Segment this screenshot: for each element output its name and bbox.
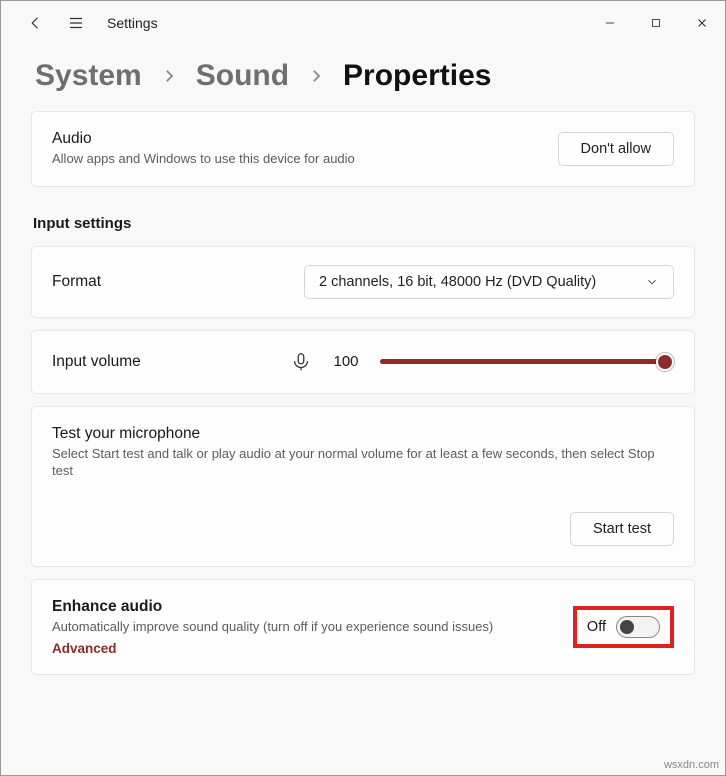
test-mic-subtitle: Select Start test and talk or play audio… [52,445,674,480]
close-button[interactable] [679,1,725,45]
start-test-button[interactable]: Start test [570,512,674,546]
format-selected-value: 2 channels, 16 bit, 48000 Hz (DVD Qualit… [319,274,596,290]
input-volume-label: Input volume [52,353,272,371]
test-microphone-card: Test your microphone Select Start test a… [31,406,695,567]
input-volume-value: 100 [330,353,362,370]
breadcrumb-sound[interactable]: Sound [196,59,289,93]
enhance-toggle-label: Off [587,619,606,635]
watermark: wsxdn.com [664,759,719,771]
test-mic-title: Test your microphone [52,425,674,443]
enhance-audio-toggle[interactable] [616,616,660,638]
format-card: Format 2 channels, 16 bit, 48000 Hz (DVD… [31,246,695,318]
format-select[interactable]: 2 channels, 16 bit, 48000 Hz (DVD Qualit… [304,265,674,299]
chevron-down-icon [645,275,659,289]
input-settings-heading: Input settings [33,215,693,232]
breadcrumb: System Sound Properties [1,45,725,111]
maximize-button[interactable] [633,1,679,45]
back-button[interactable] [27,14,45,32]
chevron-right-icon [307,67,325,85]
menu-button[interactable] [67,14,85,32]
minimize-button[interactable] [587,1,633,45]
enhance-audio-card: Enhance audio Automatically improve soun… [31,579,695,676]
input-volume-card: Input volume 100 [31,330,695,394]
format-label: Format [52,273,288,291]
audio-permission-card: Audio Allow apps and Windows to use this… [31,111,695,187]
audio-card-title: Audio [52,130,542,148]
enhance-audio-highlight: Off [573,606,674,648]
advanced-link[interactable]: Advanced [52,641,557,656]
enhance-audio-title: Enhance audio [52,598,557,616]
dont-allow-button[interactable]: Don't allow [558,132,674,166]
titlebar: Settings [1,1,725,45]
chevron-right-icon [160,67,178,85]
input-volume-slider[interactable] [380,351,674,373]
window-title: Settings [107,15,158,31]
microphone-icon [290,351,312,373]
breadcrumb-system[interactable]: System [35,59,142,93]
audio-card-subtitle: Allow apps and Windows to use this devic… [52,150,542,168]
breadcrumb-current: Properties [343,59,491,93]
enhance-audio-subtitle: Automatically improve sound quality (tur… [52,618,557,636]
